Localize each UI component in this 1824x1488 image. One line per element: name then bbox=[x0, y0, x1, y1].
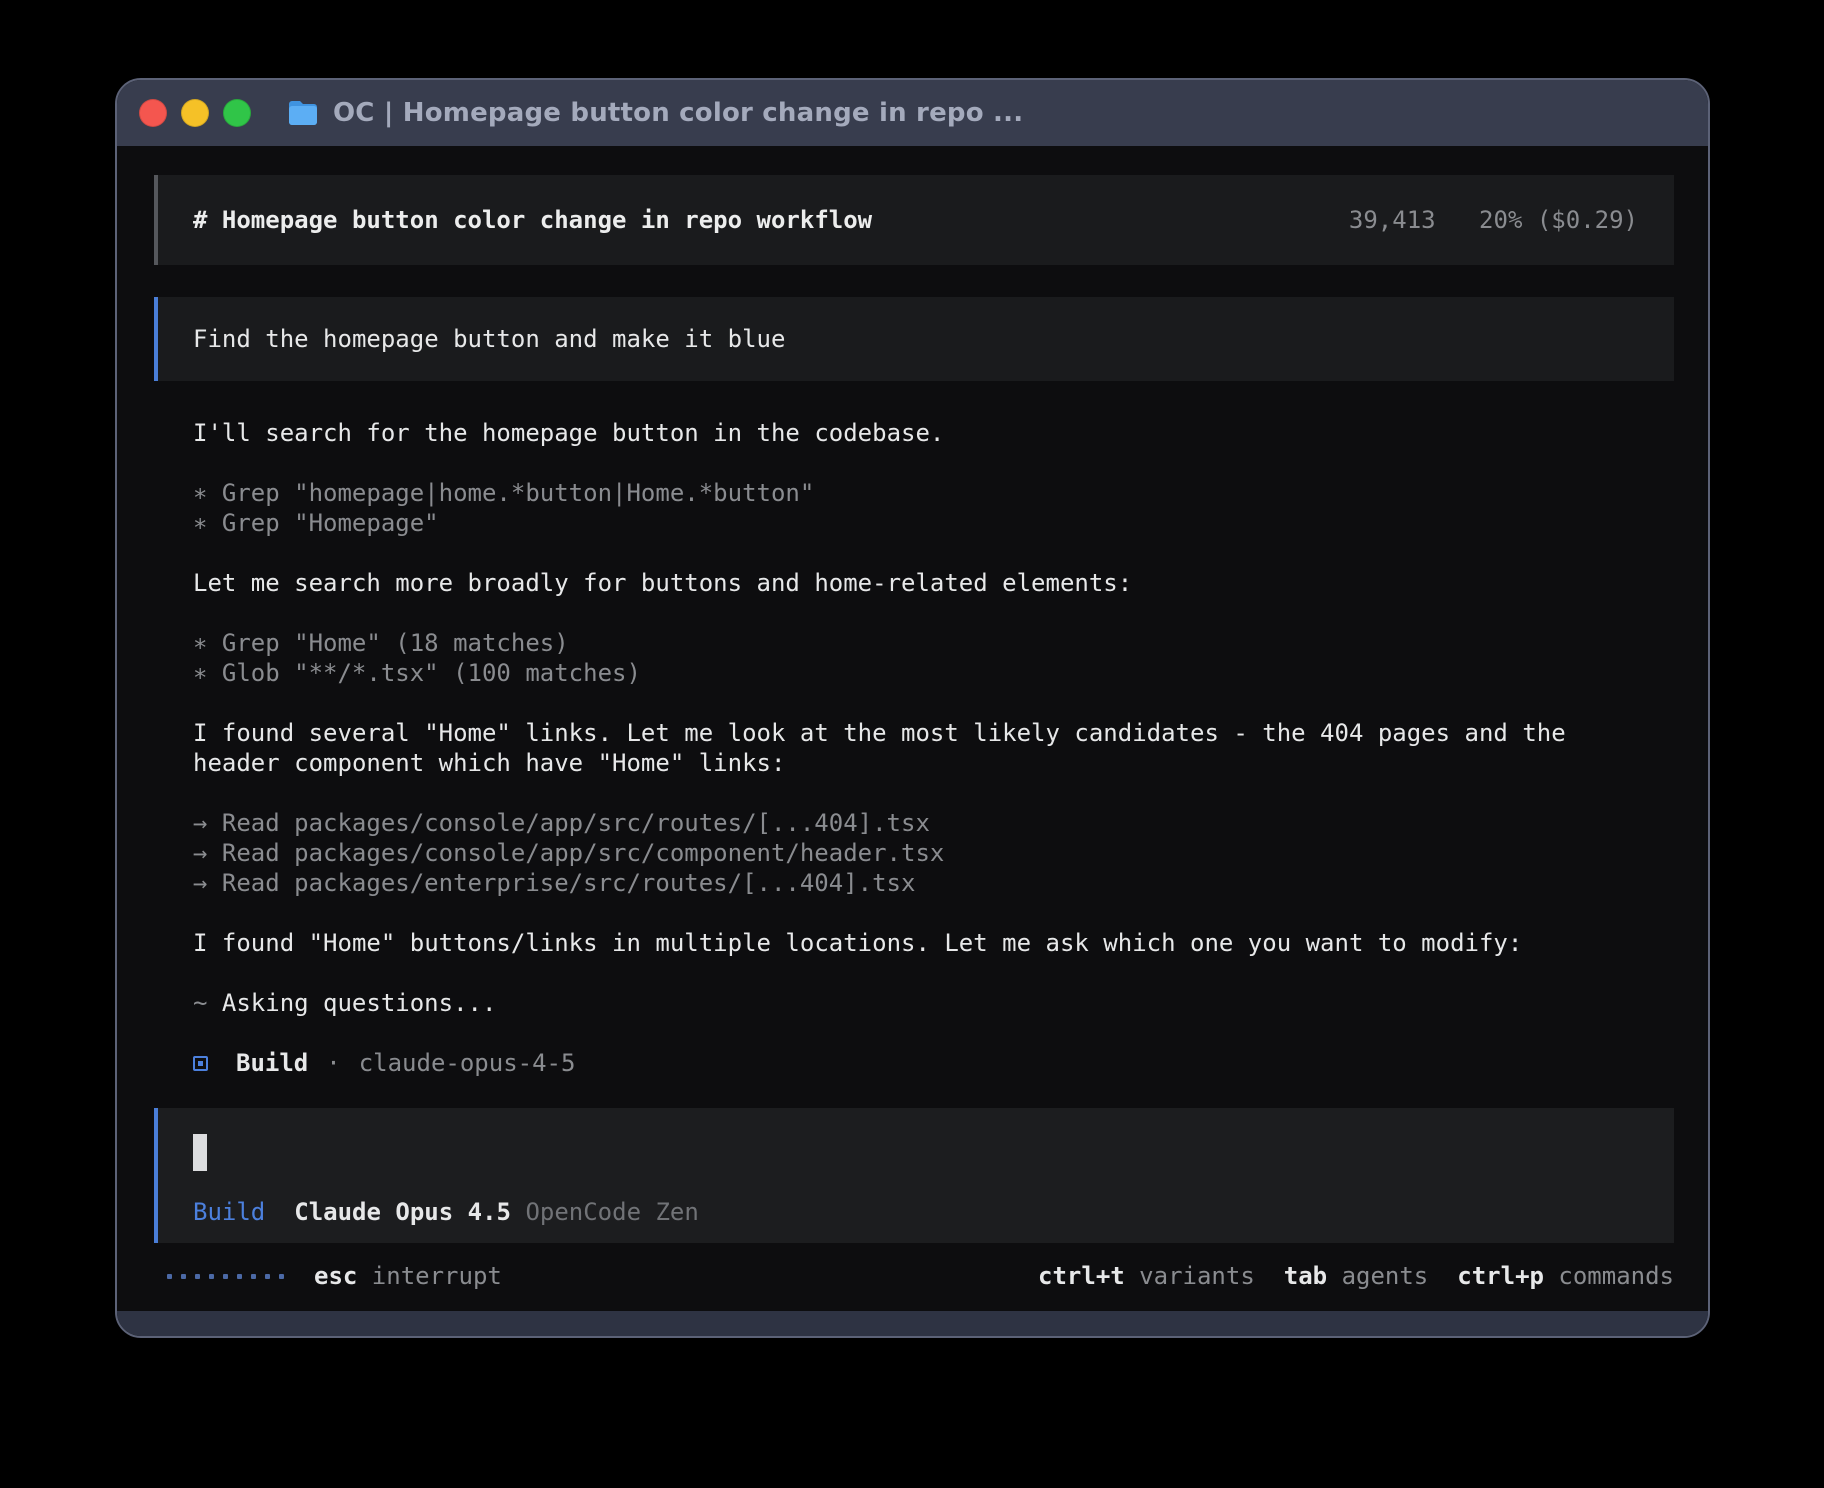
prompt-input[interactable]: Build Claude Opus 4.5 OpenCode Zen bbox=[154, 1108, 1674, 1243]
tool-call-group: ∗Grep "homepage|home.*button|Home.*butto… bbox=[193, 478, 1653, 538]
model-label: Claude Opus 4.5 bbox=[294, 1197, 511, 1227]
user-message: Find the homepage button and make it blu… bbox=[154, 297, 1674, 381]
window-titlebar: OC | Homepage button color change in rep… bbox=[117, 80, 1708, 146]
tool-bullet-icon: ∗ bbox=[193, 509, 207, 537]
agent-name: Build bbox=[236, 1048, 308, 1078]
arrow-icon: → bbox=[193, 809, 207, 837]
tool-bullet-icon: ∗ bbox=[193, 659, 207, 687]
traffic-lights bbox=[139, 99, 251, 127]
terminal-window: OC | Homepage button color change in rep… bbox=[115, 78, 1710, 1338]
maximize-button[interactable] bbox=[223, 99, 251, 127]
context-usage: 20% ($0.29) bbox=[1479, 206, 1638, 234]
agent-selector-label: Build bbox=[193, 1197, 265, 1227]
tool-call-read: →Read packages/enterprise/src/routes/[..… bbox=[193, 868, 1653, 898]
terminal-content: # Homepage button color change in repo w… bbox=[117, 146, 1708, 1311]
tool-call-group: ∗Grep "Home" (18 matches) ∗Glob "**/*.ts… bbox=[193, 628, 1653, 688]
assistant-text: I found "Home" buttons/links in multiple… bbox=[193, 928, 1653, 958]
hint-commands: ctrl+pcommands bbox=[1457, 1261, 1674, 1291]
minimize-button[interactable] bbox=[181, 99, 209, 127]
assistant-text: Let me search more broadly for buttons a… bbox=[193, 568, 1653, 598]
tool-bullet-icon: ∗ bbox=[193, 479, 207, 507]
tool-call-glob: ∗Glob "**/*.tsx" (100 matches) bbox=[193, 658, 1653, 688]
tool-call-grep: ∗Grep "homepage|home.*button|Home.*butto… bbox=[193, 478, 1653, 508]
token-count: 39,413 bbox=[1349, 206, 1436, 234]
conversation: I'll search for the homepage button in t… bbox=[193, 418, 1653, 1078]
status-bar: esc interrupt ctrl+tvariants tabagents c… bbox=[154, 1261, 1674, 1291]
tool-call-group: →Read packages/console/app/src/routes/[.… bbox=[193, 808, 1653, 898]
session-title: # Homepage button color change in repo w… bbox=[193, 206, 872, 234]
tool-call-read: →Read packages/console/app/src/routes/[.… bbox=[193, 808, 1653, 838]
tool-call-grep: ∗Grep "Homepage" bbox=[193, 508, 1653, 538]
esc-key-label: interrupt bbox=[372, 1261, 502, 1291]
tool-bullet-icon: ∗ bbox=[193, 629, 207, 657]
agent-status-line: Build · claude-opus-4-5 bbox=[193, 1048, 1653, 1078]
assistant-text: I'll search for the homepage button in t… bbox=[193, 418, 1653, 448]
activity-status: ~Asking questions... bbox=[193, 988, 1653, 1018]
session-stats: 39,413 20% ($0.29) bbox=[1349, 206, 1638, 234]
tool-call-read: →Read packages/console/app/src/component… bbox=[193, 838, 1653, 868]
tool-call-grep: ∗Grep "Home" (18 matches) bbox=[193, 628, 1653, 658]
provider-label: OpenCode Zen bbox=[525, 1197, 698, 1227]
window-bottom-bar bbox=[117, 1311, 1708, 1336]
spinner-icon: ~ bbox=[193, 989, 207, 1017]
assistant-text: I found several "Home" links. Let me loo… bbox=[193, 718, 1653, 778]
agent-build-icon bbox=[193, 1056, 208, 1071]
separator-dot: · bbox=[326, 1048, 340, 1078]
input-footer: Build Claude Opus 4.5 OpenCode Zen bbox=[193, 1197, 1639, 1227]
session-header: # Homepage button color change in repo w… bbox=[154, 175, 1674, 265]
activity-dots-icon bbox=[167, 1274, 284, 1279]
hint-agents: tabagents bbox=[1284, 1261, 1429, 1291]
arrow-icon: → bbox=[193, 869, 207, 897]
status-right: ctrl+tvariants tabagents ctrl+pcommands bbox=[1038, 1261, 1674, 1291]
close-button[interactable] bbox=[139, 99, 167, 127]
window-title: OC | Homepage button color change in rep… bbox=[333, 98, 1023, 128]
user-message-text: Find the homepage button and make it blu… bbox=[193, 325, 785, 353]
arrow-icon: → bbox=[193, 839, 207, 867]
esc-key-hint: esc bbox=[314, 1261, 357, 1291]
status-left: esc interrupt bbox=[154, 1261, 502, 1291]
folder-icon bbox=[287, 100, 319, 126]
hint-variants: ctrl+tvariants bbox=[1038, 1261, 1255, 1291]
agent-model: claude-opus-4-5 bbox=[359, 1048, 576, 1078]
text-cursor bbox=[193, 1134, 207, 1171]
